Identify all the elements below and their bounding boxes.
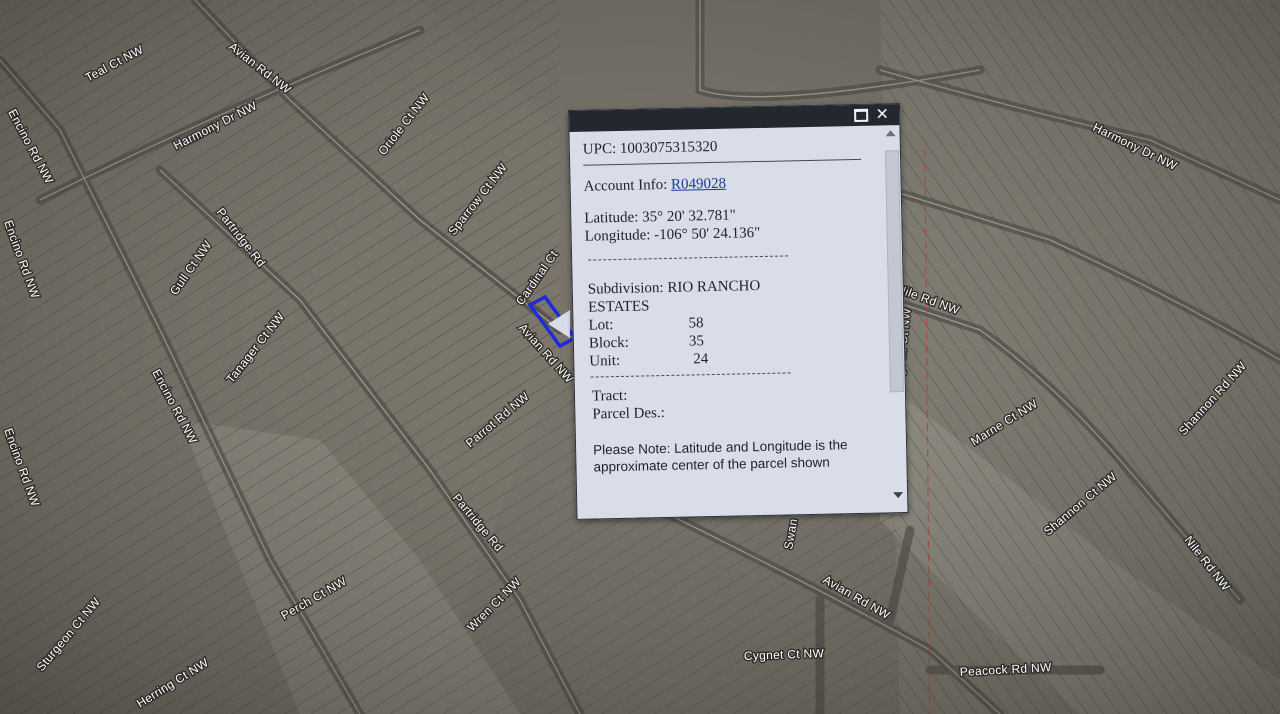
account-label: Account Info: xyxy=(583,176,668,195)
parcel-info-popup: ✕ UPC: 1003075315320 Account Info: R0490… xyxy=(568,103,909,520)
scroll-thumb[interactable] xyxy=(884,150,904,393)
block-value: 35 xyxy=(688,333,705,350)
close-icon[interactable]: ✕ xyxy=(874,104,890,123)
divider xyxy=(583,158,862,166)
account-link[interactable]: R049028 xyxy=(671,176,726,193)
coordinate-note: Please Note: Latitude and Longitude is t… xyxy=(592,437,848,475)
lot-label: Lot: xyxy=(588,317,614,334)
scroll-down-icon[interactable] xyxy=(893,492,904,499)
latitude-value: 35° 20' 32.781" xyxy=(642,207,736,226)
unit-value: 24 xyxy=(693,351,709,368)
unit-label: Unit: xyxy=(589,352,621,370)
scroll-up-icon[interactable] xyxy=(885,130,896,137)
parcel-des-label: Parcel Des.: xyxy=(592,405,666,423)
block-label: Block: xyxy=(588,334,630,352)
road-label: Cygnet Ct NW xyxy=(744,646,825,663)
popup-pointer xyxy=(548,310,570,338)
upc-value: 1003075315320 xyxy=(619,138,718,157)
lot-value: 58 xyxy=(688,315,704,332)
divider xyxy=(590,372,791,378)
subdivision-label: Subdivision: xyxy=(587,280,664,298)
upc-label: UPC: xyxy=(582,141,617,158)
tract-label: Tract: xyxy=(591,387,628,405)
subdivision-value: RIO RANCHO xyxy=(667,278,761,296)
maximize-icon[interactable] xyxy=(853,107,869,123)
upc-row: UPC: 1003075315320 xyxy=(583,134,882,158)
latitude-label: Latitude: xyxy=(584,209,639,227)
subdivision-value-2: ESTATES xyxy=(587,298,650,316)
popup-content[interactable]: UPC: 1003075315320 Account Info: R049028… xyxy=(569,126,889,518)
longitude-label: Longitude: xyxy=(584,227,651,245)
longitude-value: -106° 50' 24.136" xyxy=(654,225,761,244)
divider xyxy=(588,255,789,261)
